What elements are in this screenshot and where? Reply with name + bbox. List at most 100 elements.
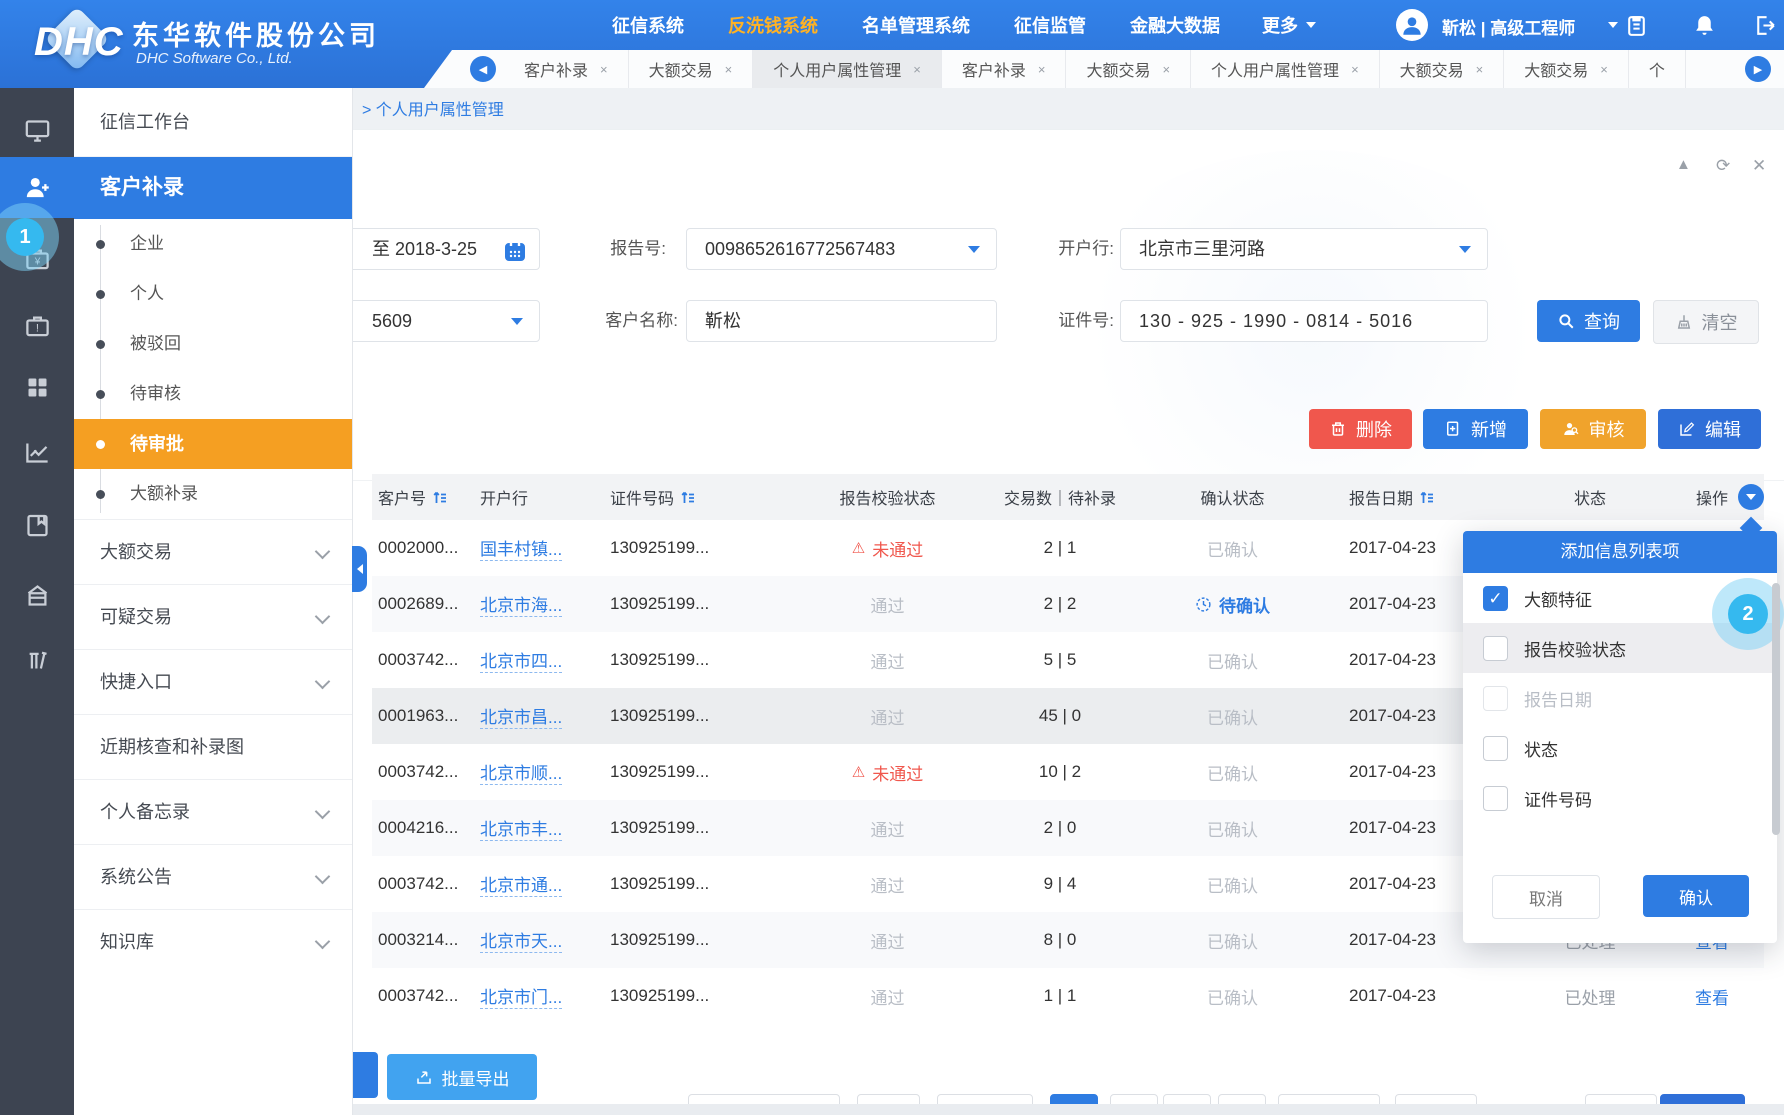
sidebar-item-8[interactable]: 知识库 <box>74 909 352 974</box>
sidebar-item-1[interactable]: 客户补录 <box>74 157 352 219</box>
column-menu-confirm-button[interactable]: 确认 <box>1643 875 1749 917</box>
tab-close-icon[interactable]: × <box>1476 62 1484 77</box>
vertical-scrollbar[interactable] <box>1772 583 1780 835</box>
tab-scroll-left[interactable]: ◀ <box>470 56 496 82</box>
report-check-pass: 通过 <box>871 928 905 953</box>
bank-link[interactable]: 北京市海... <box>480 591 562 617</box>
chevron-down-icon[interactable] <box>1608 22 1618 28</box>
bank-select[interactable]: 北京市三里河路 <box>1120 228 1488 270</box>
sidebar-item-2[interactable]: 大额交易 <box>74 519 352 584</box>
close-icon[interactable]: ✕ <box>1752 156 1766 176</box>
tab-scroll-right[interactable]: ▶ <box>1745 56 1771 82</box>
table-row[interactable]: 0003742...北京市门...130925199...通过1 | 1已确认2… <box>372 968 1764 1024</box>
review-button[interactable]: 审核 <box>1540 409 1646 449</box>
tab-7[interactable]: 大额交易× <box>1504 50 1629 88</box>
sidebar-subitem-1[interactable]: 个人 <box>74 269 352 319</box>
top-nav-item-1[interactable]: 反洗钱系统 <box>728 12 818 38</box>
sidebar-item-7[interactable]: 系统公告 <box>74 844 352 909</box>
library-icon[interactable] <box>24 646 51 673</box>
collapse-up-icon[interactable]: ▲ <box>1676 156 1691 173</box>
tab-5[interactable]: 个人用户属性管理× <box>1191 50 1380 88</box>
clear-button[interactable]: 清空 <box>1653 300 1759 344</box>
bank-link[interactable]: 北京市通... <box>480 871 562 897</box>
id-no-input[interactable]: 130 - 925 - 1990 - 0814 - 5016 <box>1120 300 1488 342</box>
sort-icon[interactable] <box>433 490 447 505</box>
bell-icon[interactable] <box>1692 13 1717 38</box>
chart-icon[interactable] <box>24 439 51 466</box>
calendar-icon[interactable] <box>503 237 527 261</box>
delete-button[interactable]: 删除 <box>1309 409 1412 449</box>
grid-icon[interactable] <box>24 374 51 401</box>
sort-icon[interactable] <box>681 490 695 505</box>
checkbox-icon[interactable] <box>1483 736 1508 761</box>
avatar[interactable] <box>1396 9 1428 41</box>
checkbox-icon[interactable] <box>1483 686 1508 711</box>
refresh-icon[interactable]: ⟳ <box>1716 156 1730 176</box>
bank-link[interactable]: 北京市顺... <box>480 759 562 785</box>
tab-2[interactable]: 个人用户属性管理× <box>753 50 942 88</box>
cell-bank: 北京市顺... <box>480 744 610 800</box>
bank-link[interactable]: 北京市门... <box>480 983 562 1009</box>
tab-3[interactable]: 客户补录× <box>942 50 1067 88</box>
customer-name-value: 靳松 <box>687 311 741 331</box>
sidebar-subitem-3[interactable]: 待审核 <box>74 369 352 419</box>
sidebar-subitem-4[interactable]: 待审批 <box>74 419 352 469</box>
bank-link[interactable]: 北京市四... <box>480 647 562 673</box>
tab-6[interactable]: 大额交易× <box>1380 50 1505 88</box>
checkbox-icon[interactable] <box>1483 786 1508 811</box>
bank-link[interactable]: 北京市天... <box>480 927 562 953</box>
bank-link[interactable]: 国丰村镇... <box>480 535 562 561</box>
search-button[interactable]: 查询 <box>1537 300 1640 342</box>
sort-icon[interactable] <box>1420 490 1434 505</box>
sidebar-subitem-2[interactable]: 被驳回 <box>74 319 352 369</box>
bank-link[interactable]: 北京市昌... <box>480 703 562 729</box>
tab-close-icon[interactable]: × <box>725 62 733 77</box>
top-nav-item-3[interactable]: 征信监管 <box>1014 12 1086 38</box>
sidebar-collapse-handle[interactable] <box>352 546 367 592</box>
top-nav-item-2[interactable]: 名单管理系统 <box>862 12 970 38</box>
tab-1[interactable]: 大额交易× <box>629 50 754 88</box>
sidebar-item-5[interactable]: 近期核查和补录图 <box>74 714 352 779</box>
top-nav-item-0[interactable]: 征信系统 <box>612 12 684 38</box>
column-menu-item-4[interactable]: 证件号码 <box>1463 773 1777 823</box>
user-name-role[interactable]: 靳松 | 高级工程师 <box>1442 14 1575 39</box>
column-menu-item-2[interactable]: 报告日期 <box>1463 673 1777 723</box>
tab-4[interactable]: 大额交易× <box>1066 50 1191 88</box>
tab-8[interactable]: 个 <box>1629 50 1686 88</box>
tab-close-icon[interactable]: × <box>1351 62 1359 77</box>
notebook-icon[interactable] <box>24 512 51 539</box>
bank-link[interactable]: 北京市丰... <box>480 815 562 841</box>
alert-case-icon[interactable]: ! <box>24 312 51 339</box>
tab-0[interactable]: 客户补录× <box>504 50 629 88</box>
clipboard-icon[interactable] <box>1624 13 1649 38</box>
tab-close-icon[interactable]: × <box>913 62 921 77</box>
cell-report-date: 2017-04-23 <box>1330 968 1520 1024</box>
column-menu-cancel-button[interactable]: 取消 <box>1492 875 1600 919</box>
logout-icon[interactable] <box>1752 13 1777 38</box>
sidebar-item-0[interactable]: 征信工作台 <box>74 88 352 157</box>
tab-close-icon[interactable]: × <box>600 62 608 77</box>
report-no-select[interactable]: 0098652616772567483 <box>686 228 997 270</box>
add-button[interactable]: 新增 <box>1423 409 1528 449</box>
edit-button[interactable]: 编辑 <box>1658 409 1761 449</box>
checkbox-checked-icon[interactable]: ✓ <box>1483 586 1508 611</box>
tab-close-icon[interactable]: × <box>1038 62 1046 77</box>
batch-export-button[interactable]: 批量导出 <box>387 1054 537 1100</box>
user-search-icon[interactable] <box>24 174 51 201</box>
sidebar-subitem-0[interactable]: 企业 <box>74 219 352 269</box>
monitor-icon[interactable] <box>24 117 51 144</box>
nav-more[interactable]: 更多 <box>1262 0 1316 50</box>
top-nav-item-4[interactable]: 金融大数据 <box>1130 12 1220 38</box>
sidebar-subitem-5[interactable]: 大额补录 <box>74 469 352 519</box>
column-menu-item-3[interactable]: 状态 <box>1463 723 1777 773</box>
tab-close-icon[interactable]: × <box>1600 62 1608 77</box>
tab-close-icon[interactable]: × <box>1162 62 1170 77</box>
checkbox-icon[interactable] <box>1483 636 1508 661</box>
view-link[interactable]: 查看 <box>1695 984 1729 1009</box>
column-menu-trigger[interactable] <box>1738 484 1764 510</box>
sidebar-item-4[interactable]: 快捷入口 <box>74 649 352 714</box>
customer-name-input[interactable]: 靳松 <box>686 300 997 342</box>
sidebar-item-3[interactable]: 可疑交易 <box>74 584 352 649</box>
store-icon[interactable] <box>24 582 51 609</box>
sidebar-item-6[interactable]: 个人备忘录 <box>74 779 352 844</box>
